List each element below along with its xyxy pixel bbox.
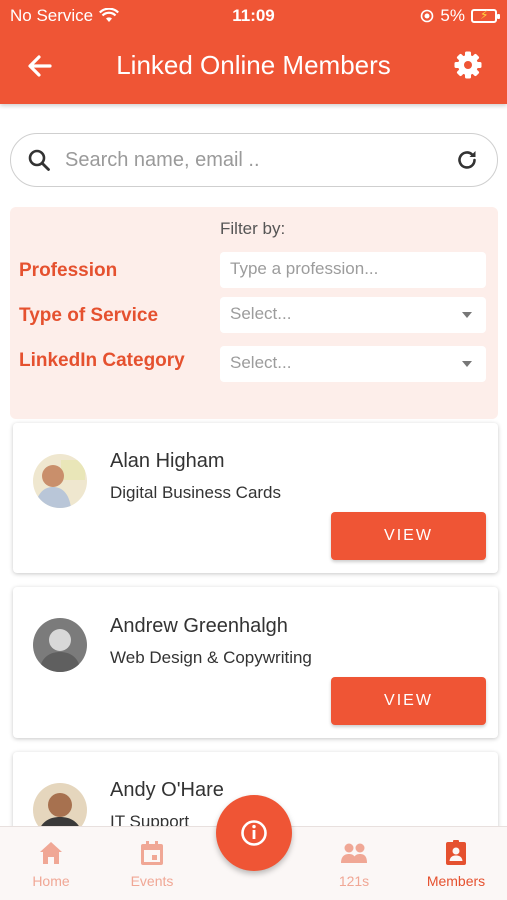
avatar — [33, 454, 87, 508]
profession-placeholder: Type a profession... — [230, 259, 379, 278]
search-bar — [10, 133, 498, 187]
nav-events[interactable]: Events — [107, 827, 197, 900]
member-name: Andrew Greenhalgh — [110, 615, 288, 637]
linkedin-label: LinkedIn Category — [19, 350, 185, 371]
settings-button[interactable] — [453, 50, 485, 82]
nav-home-label: Home — [32, 873, 70, 889]
battery-percent: 5% — [440, 6, 465, 25]
member-role: Web Design & Copywriting — [110, 648, 312, 667]
status-bar: No Service 11:09 5% ⚡ — [0, 0, 507, 32]
info-icon — [241, 820, 267, 846]
view-button[interactable]: VIEW — [331, 512, 486, 560]
nav-121s-label: 121s — [338, 873, 370, 889]
linkedin-select[interactable]: Select... — [220, 346, 486, 382]
chevron-down-icon — [462, 361, 472, 367]
profession-label: Profession — [19, 260, 118, 281]
member-name: Alan Higham — [110, 450, 225, 472]
calendar-icon — [141, 841, 163, 865]
service-select-value: Select... — [230, 304, 292, 323]
nav-home[interactable]: Home — [6, 827, 96, 900]
member-card: Alan Higham Digital Business Cards VIEW — [13, 423, 498, 573]
member-role: Digital Business Cards — [110, 483, 282, 502]
nav-events-label: Events — [130, 873, 174, 889]
gear-icon — [454, 51, 482, 79]
service-select[interactable]: Select... — [220, 297, 486, 333]
search-input[interactable] — [65, 144, 445, 176]
app-header: No Service 11:09 5% ⚡ Linked Online Memb… — [0, 0, 507, 104]
member-name: Andy O'Hare — [110, 779, 224, 801]
chevron-down-icon — [462, 312, 472, 318]
nav-members[interactable]: Members — [411, 827, 501, 900]
page-title: Linked Online Members — [116, 50, 391, 80]
info-fab-button[interactable] — [216, 795, 292, 871]
nav-121s[interactable]: 121s — [309, 827, 399, 900]
member-photo — [33, 454, 87, 508]
filter-panel: Filter by: Profession Type a profession.… — [10, 207, 498, 419]
contact-card-icon — [446, 840, 466, 865]
home-icon — [40, 842, 62, 864]
search-icon — [28, 149, 50, 171]
linkedin-select-value: Select... — [230, 353, 292, 372]
nav-members-label: Members — [426, 873, 486, 889]
view-button[interactable]: VIEW — [331, 677, 486, 725]
refresh-icon[interactable] — [455, 148, 479, 172]
filter-heading: Filter by: — [220, 219, 286, 238]
status-right: 5% ⚡ — [420, 6, 500, 26]
member-card: Andrew Greenhalgh Web Design & Copywriti… — [13, 587, 498, 738]
orientation-lock-icon — [421, 9, 434, 23]
profession-input[interactable]: Type a profession... — [220, 252, 486, 288]
battery-icon: ⚡ — [471, 8, 500, 23]
service-label: Type of Service — [19, 305, 159, 326]
member-photo — [33, 618, 87, 672]
avatar — [33, 618, 87, 672]
people-icon — [341, 843, 367, 863]
